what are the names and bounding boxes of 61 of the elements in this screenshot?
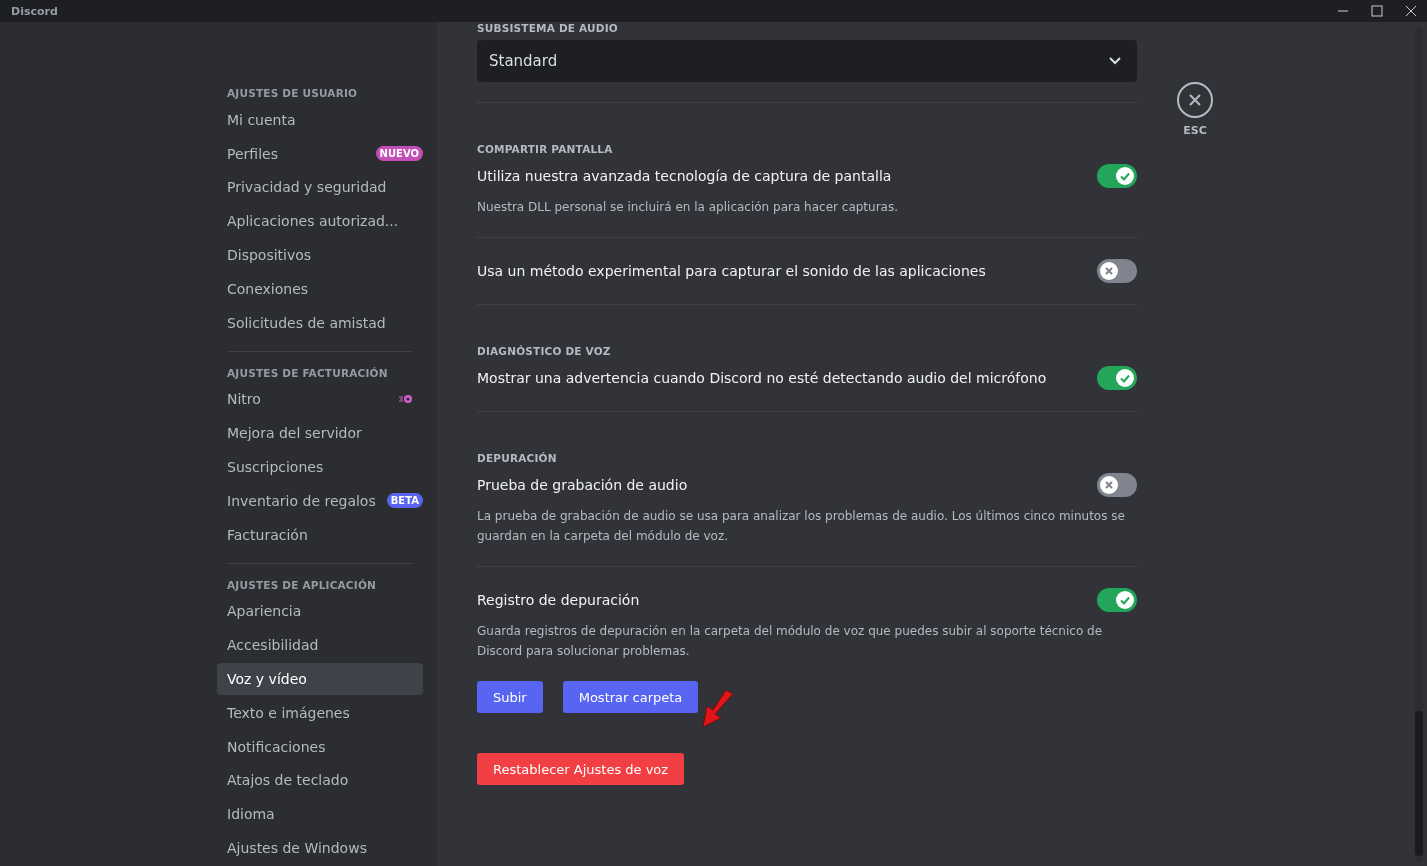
badge: NUEVO bbox=[375, 146, 423, 162]
sidebar-item[interactable]: Voz y vídeo bbox=[217, 663, 423, 695]
action-button[interactable]: Subir bbox=[477, 681, 543, 713]
sidebar-item[interactable]: Idioma bbox=[217, 798, 423, 831]
toggle-switch[interactable] bbox=[1097, 588, 1137, 612]
scrollbar[interactable] bbox=[1415, 28, 1423, 862]
section-heading: DEPURACIÓN bbox=[477, 452, 558, 464]
arrow-drawing bbox=[699, 690, 735, 728]
reset-button[interactable]: Restablecer Ajustes de voz bbox=[477, 753, 685, 785]
setting-title: Registro de depuración bbox=[477, 592, 640, 608]
x-icon bbox=[1104, 480, 1114, 490]
section-heading: COMPARTIR PANTALLA bbox=[477, 143, 614, 155]
sidebar-item[interactable]: Ajustes de Windows bbox=[217, 832, 423, 864]
sidebar-item[interactable]: Conexiones bbox=[217, 273, 423, 305]
close-icon[interactable] bbox=[1405, 5, 1417, 17]
setting-title: Mostrar una advertencia cuando Discord no esté detectando audio del micrófono bbox=[477, 370, 1047, 386]
setting-title: Prueba de grabación de audio bbox=[477, 477, 688, 493]
sidebar-item[interactable]: Accesibilidad bbox=[217, 629, 423, 662]
sidebar-item[interactable]: Mejora del servidor bbox=[217, 417, 423, 450]
setting-description: Nuestra DLL personal se incluirá en la aplicación para hacer capturas. bbox=[477, 199, 900, 216]
section-heading: AJUSTES DE USUARIO bbox=[226, 86, 359, 101]
audio-subsystem-dropdown[interactable]: Standard bbox=[477, 40, 1137, 82]
check-icon bbox=[1119, 594, 1131, 606]
section-heading: DIAGNÓSTICO DE VOZ bbox=[477, 345, 612, 357]
scrollbar-thumb[interactable] bbox=[1415, 711, 1423, 856]
sidebar-item[interactable]: Dispositivos bbox=[217, 239, 423, 271]
badge: BETA bbox=[386, 493, 423, 509]
sidebar-item[interactable]: Solicitudes de amistad bbox=[217, 306, 423, 339]
toggle-switch[interactable] bbox=[1097, 259, 1137, 283]
sidebar-item[interactable]: Suscripciones bbox=[217, 451, 423, 483]
sidebar-item[interactable]: Inventario de regalos BETA bbox=[217, 484, 423, 517]
action-button[interactable]: Mostrar carpeta bbox=[562, 681, 699, 713]
setting-title: Usa un método experimental para capturar el sonido de las aplicaciones bbox=[477, 263, 986, 279]
sidebar-item[interactable]: Texto e imágenes bbox=[217, 696, 423, 729]
sidebar-item[interactable]: Facturación bbox=[217, 518, 423, 551]
section-heading: AJUSTES DE APLICACIÓN bbox=[226, 577, 377, 593]
sidebar-item[interactable]: Nitro bbox=[217, 383, 423, 416]
sidebar-item[interactable]: Apariencia bbox=[217, 595, 423, 628]
sidebar-item[interactable]: Atajos de teclado bbox=[217, 764, 423, 797]
toggle-switch[interactable] bbox=[1097, 473, 1137, 497]
toggle-switch[interactable] bbox=[1097, 366, 1137, 390]
close-icon[interactable] bbox=[1177, 82, 1213, 118]
x-icon bbox=[1104, 266, 1114, 276]
sidebar-item[interactable]: Privacidad y seguridad bbox=[217, 171, 423, 204]
nitro-icon bbox=[399, 394, 413, 405]
section-heading: AJUSTES DE FACTURACIÓN bbox=[226, 365, 389, 381]
chevron-down-icon bbox=[1109, 57, 1121, 65]
sidebar-item[interactable]: Mi cuenta bbox=[217, 104, 423, 136]
sidebar-item[interactable]: Perfiles NUEVO bbox=[217, 137, 423, 170]
window-title: Discord bbox=[11, 4, 58, 18]
setting-description: La prueba de grabación de audio se usa para analizar los problemas de audio. Los últimos cinco minutos se guardan en la carpeta del módulo de voz. bbox=[477, 508, 1126, 545]
setting-title: Utiliza nuestra avanzada tecnología de captura de pantalla bbox=[477, 168, 892, 184]
check-icon bbox=[1119, 170, 1131, 182]
toggle-switch[interactable] bbox=[1097, 164, 1137, 188]
sidebar-item[interactable]: Aplicaciones autorizad... bbox=[217, 205, 423, 238]
maximize-icon[interactable] bbox=[1371, 5, 1383, 17]
check-icon bbox=[1119, 372, 1131, 384]
section-heading: SUBSISTEMA DE AUDIO bbox=[477, 22, 619, 34]
close-label: ESC bbox=[1183, 124, 1207, 137]
sidebar-item[interactable]: Notificaciones bbox=[217, 730, 423, 763]
setting-description: Guarda registros de depuración en la carpeta del módulo de voz que puedes subir al soporte técnico de Discord para solucionar problemas. bbox=[477, 623, 1104, 660]
